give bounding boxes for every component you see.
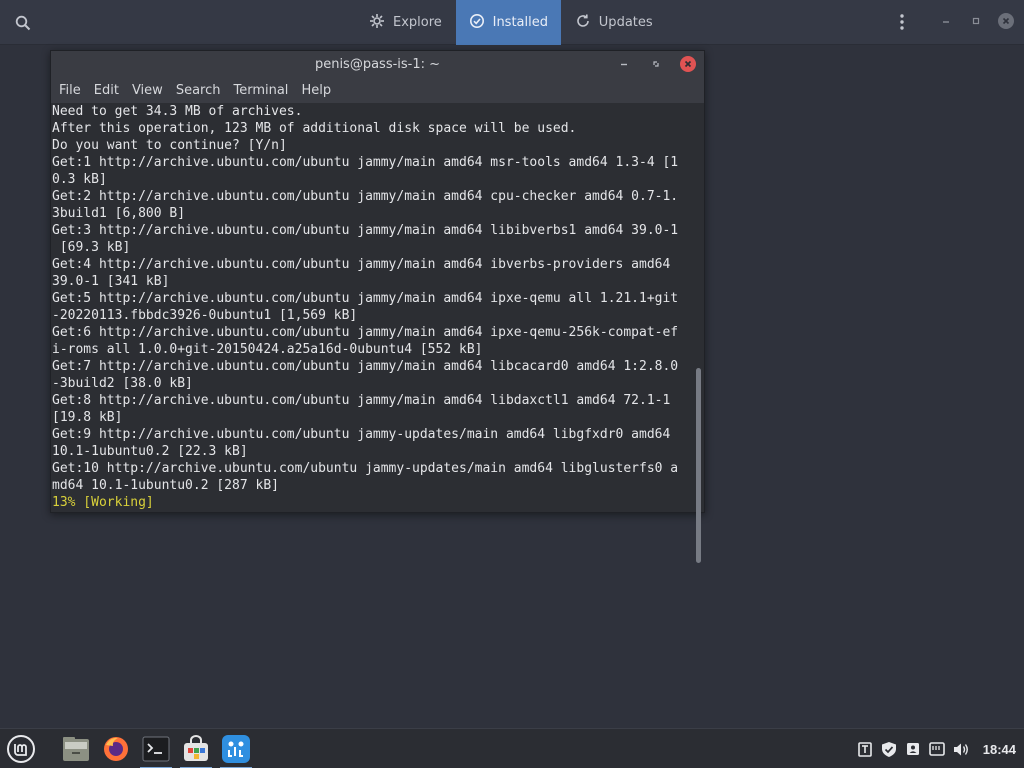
terminal-window: penis@pass-is-1: ~ File Edit View Search… <box>50 50 705 563</box>
menu-file[interactable]: File <box>59 83 88 98</box>
terminal-line: 39.0-1 [341 kB] <box>52 274 170 289</box>
terminal-line: Get:3 http://archive.ubuntu.com/ubuntu j… <box>52 223 679 238</box>
terminal-line: After this operation, 123 MB of addition… <box>52 121 577 136</box>
menu-terminal[interactable]: Terminal <box>233 83 295 98</box>
terminal-line: md64 10.1-1ubuntu0.2 [287 kB] <box>52 478 279 493</box>
terminal-line: Get:5 http://archive.ubuntu.com/ubuntu j… <box>52 291 679 306</box>
terminal-scrollbar[interactable] <box>694 103 703 563</box>
view-tabs: Explore Installed Updates <box>355 0 667 45</box>
shield-icon[interactable] <box>881 741 898 758</box>
window-controls <box>938 13 1014 29</box>
terminal-minimize-icon[interactable] <box>616 56 632 72</box>
terminal-line: Get:8 http://archive.ubuntu.com/ubuntu j… <box>52 393 671 408</box>
terminal-line: Do you want to continue? [Y/n] <box>52 138 287 153</box>
terminal-line: Get:9 http://archive.ubuntu.com/ubuntu j… <box>52 427 671 442</box>
network-icon[interactable] <box>929 741 946 758</box>
terminal-line: Need to get 34.3 MB of archives. <box>52 104 303 119</box>
maximize-icon[interactable] <box>968 13 984 29</box>
terminal-line: [69.3 kB] <box>52 240 131 255</box>
terminal-window-controls <box>616 56 696 72</box>
terminal-menubar: File Edit View Search Terminal Help <box>51 78 704 103</box>
check-circle-icon <box>469 13 485 33</box>
terminal-line: 10.1-1ubuntu0.2 [22.3 kB] <box>52 444 248 459</box>
terminal-line: Get:4 http://archive.ubuntu.com/ubuntu j… <box>52 257 671 272</box>
taskbar: 18:44 <box>0 728 1024 768</box>
menu-help[interactable]: Help <box>301 83 338 98</box>
more-options-icon[interactable] <box>893 12 911 32</box>
firefox-icon[interactable] <box>97 732 135 766</box>
menu-edit[interactable]: Edit <box>94 83 126 98</box>
tab-installed-label: Installed <box>492 15 548 30</box>
terminal-titlebar[interactable]: penis@pass-is-1: ~ <box>51 51 704 78</box>
tab-explore-label: Explore <box>393 15 442 30</box>
terminal-output[interactable]: Need to get 34.3 MB of archives. After th… <box>51 103 696 513</box>
close-icon[interactable] <box>998 13 1014 29</box>
scrollbar-thumb[interactable] <box>696 368 701 563</box>
menu-view[interactable]: View <box>132 83 170 98</box>
software-manager-icon[interactable] <box>177 732 215 768</box>
terminal-line: 0.3 kB] <box>52 172 107 187</box>
user-icon[interactable] <box>905 741 922 758</box>
tab-installed[interactable]: Installed <box>455 0 561 45</box>
clipboard-icon[interactable] <box>857 741 874 758</box>
menu-icon[interactable] <box>2 732 40 766</box>
terminal-line: Get:6 http://archive.ubuntu.com/ubuntu j… <box>52 325 679 340</box>
terminal-line: -3build2 [38.0 kB] <box>52 376 193 391</box>
clock[interactable]: 18:44 <box>983 742 1016 757</box>
volume-icon[interactable] <box>953 741 970 758</box>
terminal-status-line: 13% [Working] <box>52 495 154 510</box>
terminal-line: i-roms all 1.0.0+git-20150424.a25a16d-0u… <box>52 342 483 357</box>
terminal-line: -20220113.fbbdc3926-0ubuntu1 [1,569 kB] <box>52 308 358 323</box>
terminal-line: Get:2 http://archive.ubuntu.com/ubuntu j… <box>52 189 679 204</box>
minimize-icon[interactable] <box>938 13 954 29</box>
files-icon[interactable] <box>57 732 95 766</box>
terminal-line: 3build1 [6,800 B] <box>52 206 186 221</box>
terminal-maximize-icon[interactable] <box>648 56 664 72</box>
terminal-close-icon[interactable] <box>680 56 696 72</box>
terminal-icon[interactable] <box>137 732 175 768</box>
terminal-line: Get:1 http://archive.ubuntu.com/ubuntu j… <box>52 155 679 170</box>
tab-explore[interactable]: Explore <box>355 0 456 45</box>
search-icon[interactable] <box>12 12 34 34</box>
app-icon[interactable] <box>217 732 255 768</box>
explore-icon <box>369 13 385 33</box>
tab-updates-label: Updates <box>598 15 653 30</box>
refresh-icon <box>575 13 591 33</box>
terminal-title: penis@pass-is-1: ~ <box>314 57 441 72</box>
system-tray: 18:44 <box>857 729 1016 768</box>
terminal-line: [19.8 kB] <box>52 410 123 425</box>
menu-search[interactable]: Search <box>176 83 228 98</box>
tab-updates[interactable]: Updates <box>561 0 667 45</box>
terminal-line: Get:10 http://archive.ubuntu.com/ubuntu … <box>52 461 679 476</box>
app-header-bar: Explore Installed Updates <box>0 0 1024 45</box>
terminal-line: Get:7 http://archive.ubuntu.com/ubuntu j… <box>52 359 679 374</box>
